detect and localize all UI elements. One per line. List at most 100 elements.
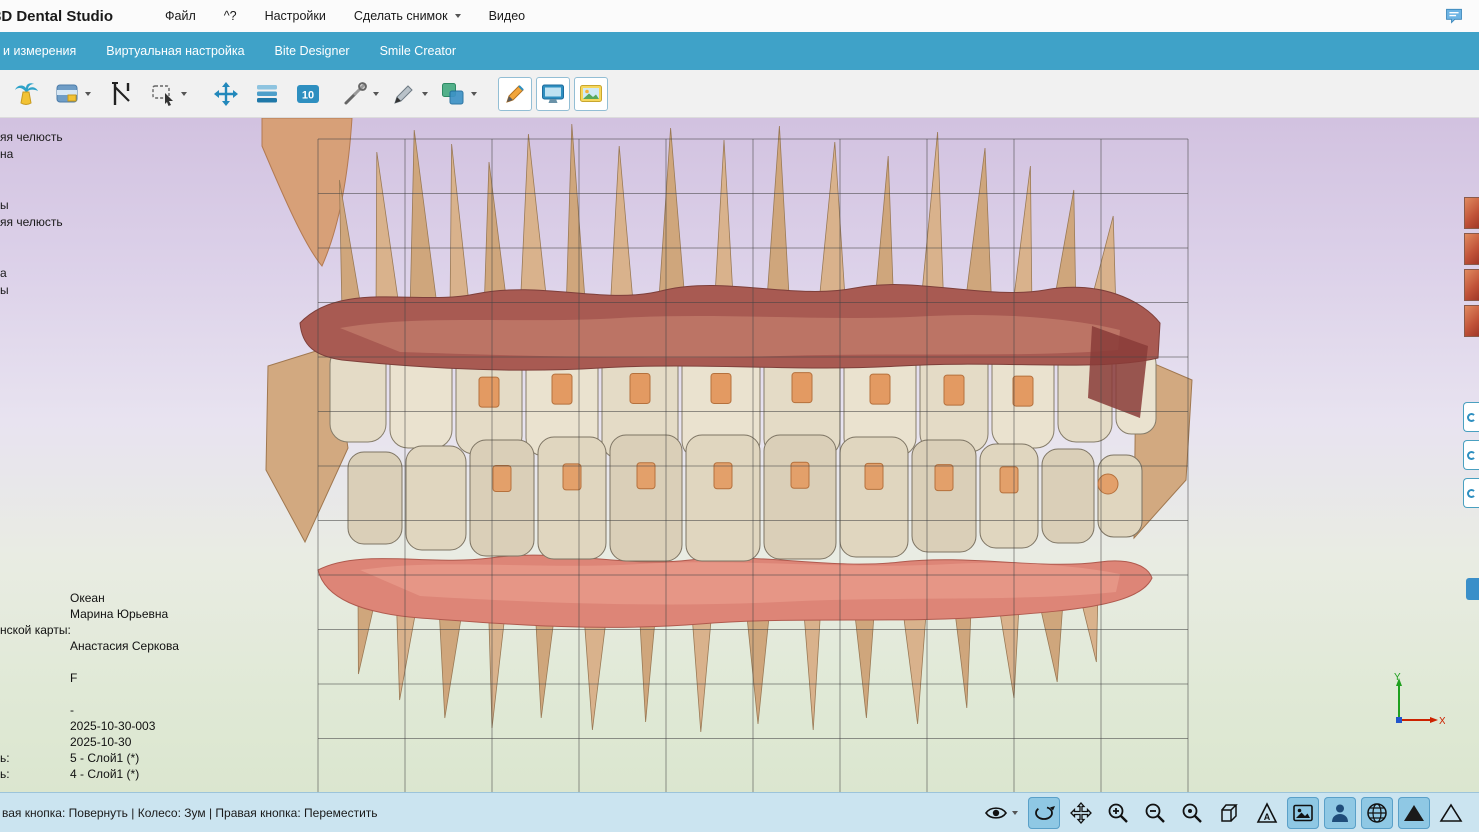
pen-icon xyxy=(391,81,417,107)
svg-text:A: A xyxy=(1264,812,1271,822)
menu-help[interactable]: ^? xyxy=(210,9,251,23)
menu-video[interactable]: Видео xyxy=(475,9,540,23)
layer-label[interactable]: а xyxy=(0,266,7,280)
triangle-filled-button[interactable] xyxy=(1398,797,1430,829)
patient-info-row: 2025-10-30-003 xyxy=(0,718,179,734)
selection-button[interactable] xyxy=(147,78,179,110)
pan-button[interactable] xyxy=(1065,797,1097,829)
measurement-grid xyxy=(0,118,1479,792)
chat-icon xyxy=(1442,6,1466,26)
chevron-down-icon xyxy=(422,92,428,96)
right-panel-button[interactable] xyxy=(1463,478,1479,508)
chevron-down-icon xyxy=(1012,811,1018,815)
patient-info-row: - xyxy=(0,702,179,718)
database-icon xyxy=(54,81,80,107)
scale-icon: 10 xyxy=(295,81,321,107)
caliper-button[interactable] xyxy=(106,78,138,110)
layer-label[interactable]: ы xyxy=(0,283,9,297)
patient-info-row: ь:4 - Слой1 (*) xyxy=(0,766,179,782)
palm-tree-icon xyxy=(13,81,39,107)
axis-x-label: X xyxy=(1439,716,1445,727)
monitor-button[interactable] xyxy=(536,77,570,111)
right-panel-blue-button[interactable] xyxy=(1466,578,1479,600)
main-toolbar: 10 xyxy=(0,70,1479,118)
layer-label[interactable]: на xyxy=(0,147,13,161)
patient-info-block: Океан Марина Юрьевна нской карты: Анаста… xyxy=(0,590,179,782)
database-button[interactable] xyxy=(51,78,83,110)
screenshot-button[interactable] xyxy=(574,77,608,111)
visibility-button[interactable] xyxy=(979,797,1023,829)
layer-label[interactable]: ы xyxy=(0,198,9,212)
pen-button[interactable] xyxy=(388,78,420,110)
right-panel-thumbnail[interactable] xyxy=(1464,305,1479,337)
globe-icon xyxy=(1365,801,1389,825)
cube-button[interactable] xyxy=(1213,797,1245,829)
menubar: 3D Dental Studio Файл ^? Настройки Сдела… xyxy=(0,0,1479,32)
tool-glyph-icon xyxy=(1467,413,1476,422)
palm-tree-button[interactable] xyxy=(10,78,42,110)
patient-button[interactable] xyxy=(1324,797,1356,829)
patient-info-row xyxy=(0,686,179,702)
move-button[interactable] xyxy=(210,78,242,110)
viewport-3d[interactable]: яя челюсть на ы яя челюсть а ы Океан Мар… xyxy=(0,118,1479,792)
zoom-target-button[interactable] xyxy=(1176,797,1208,829)
menu-file[interactable]: Файл xyxy=(151,9,210,23)
shapes-button[interactable] xyxy=(437,78,469,110)
chevron-down-icon xyxy=(471,92,477,96)
menu-items: Файл ^? Настройки Сделать снимок Видео xyxy=(151,9,539,23)
patient-info-row: Анастасия Серкова xyxy=(0,638,179,654)
edit-button[interactable] xyxy=(498,77,532,111)
cube-icon xyxy=(1217,801,1241,825)
chat-button[interactable] xyxy=(1441,5,1467,27)
image-icon xyxy=(578,81,604,107)
globe-button[interactable] xyxy=(1361,797,1393,829)
chevron-down-icon xyxy=(455,14,461,18)
tools-button[interactable] xyxy=(339,78,371,110)
mouse-hint-text: вая кнопка: Повернуть | Колесо: Зум | Пр… xyxy=(2,806,378,820)
layer-label[interactable]: яя челюсть xyxy=(0,215,63,229)
ribbon-tabs: и измерения Виртуальная настройка Bite D… xyxy=(0,32,1479,70)
svg-text:10: 10 xyxy=(302,89,314,101)
axis-gizmo: Y X xyxy=(1381,670,1445,734)
tab-bite-designer[interactable]: Bite Designer xyxy=(260,44,365,58)
selection-rect-icon xyxy=(150,81,176,107)
patient-info-row: ь:5 - Слой1 (*) xyxy=(0,750,179,766)
app-title: 3D Dental Studio xyxy=(0,8,113,25)
rotate-button[interactable] xyxy=(1028,797,1060,829)
statusbar: вая кнопка: Повернуть | Колесо: Зум | Пр… xyxy=(0,792,1479,832)
patient-info-row: нской карты: xyxy=(0,622,179,638)
monitor-icon xyxy=(540,81,566,107)
scale-button[interactable]: 10 xyxy=(292,78,324,110)
menu-snapshot[interactable]: Сделать снимок xyxy=(340,9,475,23)
chevron-down-icon xyxy=(181,92,187,96)
eye-icon xyxy=(984,801,1008,825)
layers-button[interactable] xyxy=(251,78,283,110)
photo-icon xyxy=(1291,801,1315,825)
patient-info-row: F xyxy=(0,670,179,686)
right-panel-thumbnail[interactable] xyxy=(1464,269,1479,301)
view-toolbar: A xyxy=(979,797,1479,829)
tab-smile-creator[interactable]: Smile Creator xyxy=(365,44,471,58)
right-panel-button[interactable] xyxy=(1463,440,1479,470)
zoom-out-button[interactable] xyxy=(1139,797,1171,829)
layers-icon xyxy=(254,81,280,107)
right-panel-button[interactable] xyxy=(1463,402,1479,432)
tab-inspection-measurements[interactable]: и измерения xyxy=(0,44,91,58)
triangle-outline-icon xyxy=(1439,801,1463,825)
menu-settings[interactable]: Настройки xyxy=(251,9,340,23)
measure-button[interactable]: A xyxy=(1250,797,1282,829)
rotate-icon xyxy=(1032,801,1056,825)
zoom-in-button[interactable] xyxy=(1102,797,1134,829)
tab-virtual-setup[interactable]: Виртуальная настройка xyxy=(91,44,259,58)
pan-icon xyxy=(1069,801,1093,825)
chevron-down-icon xyxy=(373,92,379,96)
triangle-outline-button[interactable] xyxy=(1435,797,1467,829)
triangle-filled-icon xyxy=(1402,801,1426,825)
patient-info-row: 2025-10-30 xyxy=(0,734,179,750)
shapes-icon xyxy=(440,81,466,107)
layer-label[interactable]: яя челюсть xyxy=(0,130,63,144)
patient-info-row xyxy=(0,654,179,670)
texture-button[interactable] xyxy=(1287,797,1319,829)
right-panel-thumbnail[interactable] xyxy=(1464,197,1479,229)
right-panel-thumbnail[interactable] xyxy=(1464,233,1479,265)
